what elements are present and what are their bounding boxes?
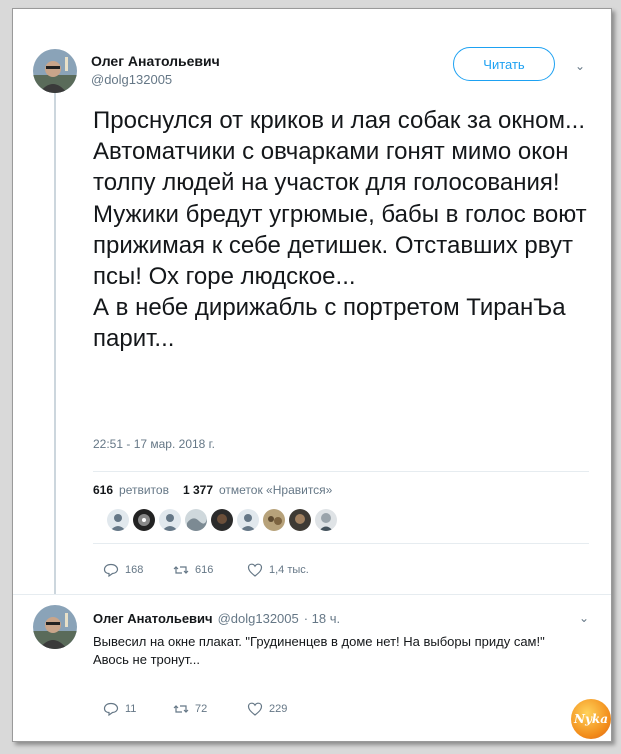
retweet-icon bbox=[173, 566, 189, 574]
reply-button[interactable]: 11 bbox=[103, 701, 173, 717]
retweet-button[interactable]: 616 bbox=[173, 562, 247, 578]
like-button[interactable]: 1,4 тыс. bbox=[247, 562, 309, 578]
retweet-count: 72 bbox=[195, 703, 208, 715]
reply-count: 168 bbox=[125, 564, 144, 576]
tweet-card: Олег Анатольевич @dolg132005 Читать ⌄ Пр… bbox=[12, 8, 612, 742]
divider bbox=[93, 471, 589, 472]
liker-avatar[interactable] bbox=[211, 509, 233, 531]
like-count: 229 bbox=[269, 703, 288, 715]
retweet-button[interactable]: 72 bbox=[173, 701, 247, 717]
reply-text: Вывесил на окне плакат. "Грудиненцев в д… bbox=[93, 634, 545, 667]
like-count: 1,4 тыс. bbox=[269, 564, 309, 576]
liker-avatar[interactable] bbox=[107, 509, 129, 531]
reply-count: 11 bbox=[125, 703, 137, 715]
retweets-label[interactable]: ретвитов bbox=[119, 483, 169, 497]
author-name[interactable]: Олег Анатольевич bbox=[91, 53, 220, 69]
liker-avatar[interactable] bbox=[159, 509, 181, 531]
tweet-text: Проснулся от криков и лая собак за окном… bbox=[93, 107, 587, 353]
liker-avatar[interactable] bbox=[237, 509, 259, 531]
reply-button[interactable]: 168 bbox=[103, 562, 173, 578]
like-button[interactable]: 229 bbox=[247, 701, 287, 717]
heart-icon bbox=[247, 563, 263, 577]
reply-header: Олег Анатольевич @dolg132005 · 18 ч. bbox=[93, 611, 340, 626]
thread-line bbox=[54, 93, 56, 595]
liker-avatar[interactable] bbox=[185, 509, 207, 531]
tweet-actions: 168 616 1,4 тыс. bbox=[103, 562, 309, 578]
divider bbox=[13, 594, 611, 595]
reply-actions: 11 72 229 bbox=[103, 701, 287, 717]
author-avatar[interactable] bbox=[33, 49, 77, 93]
chevron-down-icon[interactable]: ⌄ bbox=[575, 59, 585, 73]
retweet-icon bbox=[173, 705, 189, 713]
reply-author-avatar[interactable] bbox=[33, 605, 77, 649]
likers-avatars bbox=[107, 509, 337, 531]
likes-count[interactable]: 1 377 bbox=[183, 483, 213, 497]
author-block: Олег Анатольевич @dolg132005 bbox=[91, 53, 220, 87]
author-handle[interactable]: @dolg132005 bbox=[91, 72, 220, 87]
retweets-count[interactable]: 616 bbox=[93, 483, 113, 497]
engagement-stats: 616 ретвитов 1 377 отметок «Нравится» bbox=[93, 483, 332, 497]
liker-avatar[interactable] bbox=[133, 509, 155, 531]
reply-icon bbox=[103, 702, 119, 717]
heart-icon bbox=[247, 702, 263, 716]
liker-avatar[interactable] bbox=[315, 509, 337, 531]
retweet-count: 616 bbox=[195, 564, 214, 576]
divider bbox=[93, 543, 589, 544]
follow-button[interactable]: Читать bbox=[453, 47, 555, 81]
watermark-logo: Nyka bbox=[571, 699, 611, 739]
reply-time[interactable]: · 18 ч. bbox=[304, 611, 340, 626]
reply-author-name[interactable]: Олег Анатольевич bbox=[93, 611, 213, 626]
tweet-timestamp[interactable]: 22:51 - 17 мар. 2018 г. bbox=[93, 437, 215, 451]
chevron-down-icon[interactable]: ⌄ bbox=[579, 611, 589, 625]
reply-icon bbox=[103, 563, 119, 578]
reply-author-handle[interactable]: @dolg132005 bbox=[218, 611, 299, 626]
liker-avatar[interactable] bbox=[289, 509, 311, 531]
liker-avatar[interactable] bbox=[263, 509, 285, 531]
likes-label[interactable]: отметок «Нравится» bbox=[219, 483, 332, 497]
